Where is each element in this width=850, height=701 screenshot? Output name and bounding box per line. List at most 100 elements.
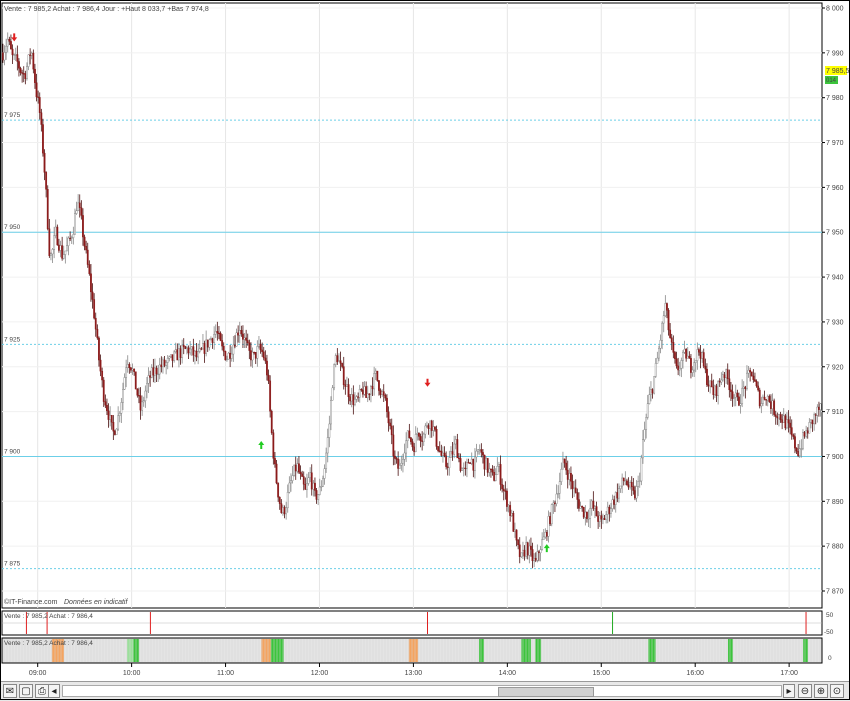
candle-body	[608, 506, 611, 514]
candle-body	[264, 357, 267, 362]
candle-body	[459, 458, 462, 471]
candle-body	[27, 54, 30, 67]
candle-body	[683, 349, 686, 353]
candle-body	[158, 364, 161, 375]
candle-body	[483, 454, 486, 470]
candle-body	[170, 354, 172, 357]
candle-body	[14, 54, 17, 56]
scroll-right-icon[interactable]: ▸	[783, 684, 795, 698]
candle-body	[565, 462, 568, 471]
candle-body	[357, 396, 360, 398]
scroll-left-icon[interactable]: ◂	[48, 684, 60, 698]
candle-body	[283, 507, 286, 515]
candle-body	[85, 246, 88, 251]
candle-body	[157, 373, 160, 376]
candle-body	[221, 340, 224, 347]
candle-body	[440, 450, 443, 456]
candle-body	[696, 349, 699, 361]
candle-body	[139, 395, 142, 411]
window-icon[interactable]: ▢	[19, 684, 33, 698]
candle-body	[272, 432, 275, 459]
candle-body	[302, 476, 305, 485]
candle-body	[469, 462, 472, 464]
candle-body	[552, 502, 555, 505]
candle-body	[421, 440, 424, 442]
candle-body	[602, 517, 604, 520]
zoom-fit-icon[interactable]: ⊙	[830, 684, 844, 698]
candle-body	[259, 343, 262, 351]
candle-body	[715, 385, 718, 396]
candle-body	[720, 379, 723, 383]
candle-body	[555, 493, 558, 504]
candle-body	[747, 370, 750, 374]
candle-body	[216, 331, 219, 334]
candle-body	[622, 477, 625, 482]
candle-body	[48, 228, 51, 256]
candle-body	[299, 471, 302, 475]
candle-body	[310, 472, 313, 490]
candle-body	[40, 112, 43, 125]
indicator2-block	[728, 639, 733, 662]
candle-body	[245, 337, 248, 341]
candle-body	[630, 482, 633, 487]
candle-body	[262, 351, 265, 359]
candle-body	[677, 365, 680, 371]
candle-body	[480, 449, 483, 453]
candle-body	[550, 504, 553, 525]
candle-body	[286, 492, 289, 509]
candle-body	[339, 360, 342, 364]
candle-body	[320, 486, 323, 488]
candle-body	[419, 436, 422, 441]
zoom-out-icon[interactable]: ⊖	[798, 684, 812, 698]
candle-body	[64, 250, 67, 255]
candle-body	[738, 396, 740, 406]
time-axis-label: 16:00	[686, 670, 704, 677]
candle-body	[795, 447, 798, 452]
candle-body	[490, 468, 492, 470]
candle-body	[117, 415, 120, 430]
candle-body	[752, 375, 755, 380]
candle-body	[680, 360, 683, 369]
level-label: 7 925	[4, 336, 21, 343]
printer-icon[interactable]: ⎙	[35, 684, 49, 698]
candle-body	[669, 329, 672, 338]
candle-body	[560, 468, 563, 482]
candle-body	[10, 41, 12, 50]
scrollbar-thumb[interactable]	[498, 687, 594, 697]
envelope-icon[interactable]: ✉	[3, 684, 17, 698]
candle-body	[19, 68, 22, 73]
candle-body	[128, 364, 131, 369]
candle-body	[470, 458, 473, 464]
candle-body	[235, 332, 238, 347]
candle-body	[144, 390, 147, 401]
candle-body	[88, 264, 91, 274]
candle-body	[438, 450, 441, 452]
quote-header: Vente : 7 985,2 Achat : 7 986,4 Jour : +…	[4, 6, 209, 13]
candle-body	[806, 430, 809, 434]
candle-body	[778, 414, 780, 419]
time-scrollbar[interactable]	[62, 685, 782, 697]
candle-body	[174, 349, 177, 353]
candle-body	[538, 551, 540, 554]
candle-body	[646, 403, 649, 418]
candle-body	[37, 96, 40, 98]
candle-body	[386, 397, 388, 412]
candle-body	[192, 346, 195, 356]
price-axis-label: 7 970	[826, 140, 844, 147]
candle-body	[741, 388, 744, 405]
candle-body	[603, 517, 606, 520]
chart-canvas[interactable]: 7 975 7 950 7 925 7 900 7 875 8 000 7 990 7 98…	[0, 0, 850, 700]
candle-body	[54, 226, 57, 236]
candle-body	[723, 374, 726, 378]
candle-body	[290, 480, 292, 484]
candle-body	[21, 72, 24, 74]
zoom-in-icon[interactable]: ⊕	[814, 684, 828, 698]
time-axis: 09:00 10:00 11:00 12:00 13:00 14:00 15:00 16:00…	[29, 663, 798, 677]
candle-body	[456, 439, 459, 459]
candle-body	[118, 412, 121, 416]
candle-body	[61, 245, 64, 259]
candle-body	[198, 348, 201, 352]
candle-body	[502, 488, 505, 491]
candle-body	[709, 380, 712, 387]
candle-body	[710, 380, 713, 388]
